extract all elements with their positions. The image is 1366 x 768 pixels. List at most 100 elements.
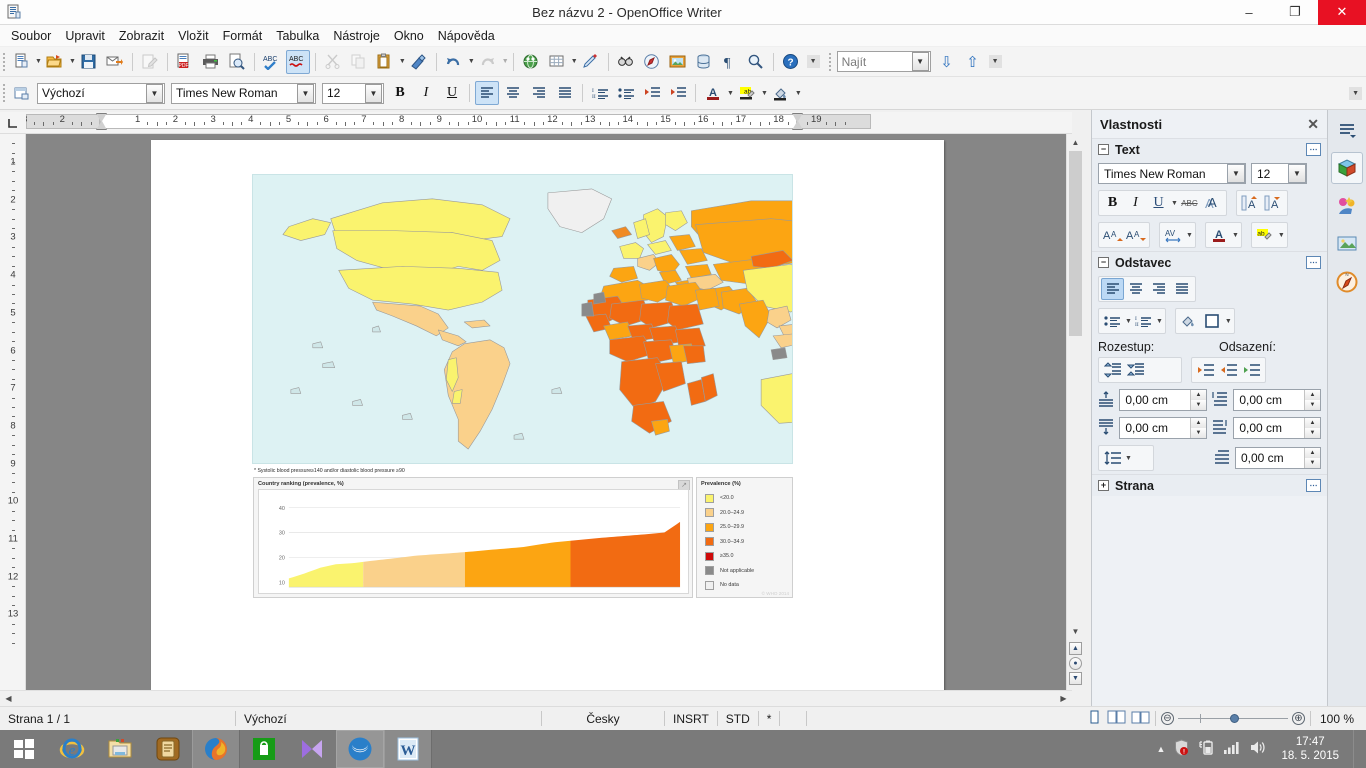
sidebar-bullet-list-dropdown-icon[interactable]: ▼ xyxy=(1125,318,1132,325)
gallery-deck-icon[interactable] xyxy=(1331,190,1363,222)
zoom-track[interactable] xyxy=(1177,714,1288,723)
spacing-below-field[interactable]: 0,00 cm ▲ ▼ xyxy=(1119,417,1207,439)
document-modified-indicator[interactable]: * xyxy=(759,710,780,728)
redo-icon[interactable] xyxy=(476,50,500,74)
sidebar-align-left-button[interactable] xyxy=(1101,278,1124,300)
first-line-indent-stepper[interactable]: ▲ ▼ xyxy=(1304,448,1320,468)
paste-dropdown-icon[interactable]: ▼ xyxy=(399,58,406,65)
sidebar-line-spacing-dropdown-icon[interactable]: ▼ xyxy=(1125,455,1132,462)
cut-icon[interactable] xyxy=(321,50,345,74)
document-page[interactable]: * Systolic blood pressure≥140 and/or dia… xyxy=(151,140,944,690)
tray-battery-icon[interactable] xyxy=(1198,739,1215,759)
export-pdf-icon[interactable]: PDF xyxy=(173,50,197,74)
ruler-corner-tab-selector[interactable] xyxy=(0,112,26,134)
undo-dropdown-icon[interactable]: ▼ xyxy=(468,58,475,65)
taskbar-openoffice-writer[interactable] xyxy=(336,730,384,768)
menu-zobrazit[interactable]: Zobrazit xyxy=(112,27,171,45)
unordered-list-button[interactable] xyxy=(614,81,638,105)
hyperlink-icon[interactable] xyxy=(519,50,543,74)
horizontal-scrollbar[interactable]: ◀ ▶ xyxy=(0,690,1072,706)
italic-button[interactable]: I xyxy=(414,81,438,105)
find-next-icon[interactable]: ⇩ xyxy=(935,50,959,74)
sidebar-align-center-button[interactable] xyxy=(1124,278,1147,300)
menu-tabulka[interactable]: Tabulka xyxy=(269,27,326,45)
insert-table-dropdown-icon[interactable]: ▼ xyxy=(571,58,578,65)
sidebar-align-justify-button[interactable] xyxy=(1170,278,1193,300)
new-document-dropdown-icon[interactable]: ▼ xyxy=(35,58,42,65)
selection-mode[interactable]: STD xyxy=(718,710,758,728)
paragraph-panel-header[interactable]: − Odstavec ⋯ xyxy=(1092,252,1327,273)
digital-signature[interactable] xyxy=(780,710,806,728)
paragraph-panel-more-icon[interactable]: ⋯ xyxy=(1306,256,1321,269)
decrease-indent-button[interactable] xyxy=(640,81,664,105)
text-panel-header[interactable]: − Text ⋯ xyxy=(1092,139,1327,160)
zoom-percentage[interactable]: 100 % xyxy=(1316,712,1358,726)
background-color-button[interactable] xyxy=(769,81,793,105)
data-sources-icon[interactable] xyxy=(692,50,716,74)
taskbar-notes-app[interactable] xyxy=(144,730,192,768)
navigator-icon[interactable] xyxy=(640,50,664,74)
font-color-button[interactable]: A xyxy=(701,81,725,105)
zoom-icon[interactable] xyxy=(744,50,768,74)
sidebar-increase-spacing-button[interactable] xyxy=(1101,359,1124,381)
properties-deck-icon[interactable] xyxy=(1331,152,1363,184)
sidebar-shadow-button[interactable]: AA xyxy=(1201,192,1224,214)
find-input[interactable]: Najít ▼ xyxy=(836,51,931,72)
ordered-list-button[interactable]: I II xyxy=(588,81,612,105)
sidebar-superscript-button[interactable]: A xyxy=(1239,192,1262,214)
toolbar-grip[interactable] xyxy=(0,52,8,72)
taskbar-internet-explorer[interactable]: e xyxy=(48,730,96,768)
zoom-in-icon[interactable]: ⊕ xyxy=(1291,712,1305,725)
sidebar-shrink-font-button[interactable]: AA xyxy=(1124,224,1147,246)
page-panel-more-icon[interactable]: ⋯ xyxy=(1306,479,1321,492)
horizontal-scroll-track[interactable] xyxy=(17,692,1055,705)
open-document-dropdown-icon[interactable]: ▼ xyxy=(69,58,76,65)
tray-security-icon[interactable]: ! xyxy=(1173,739,1190,759)
font-name-combo[interactable]: Times New Roman ▼ xyxy=(171,82,316,104)
undo-icon[interactable] xyxy=(442,50,466,74)
new-document-icon[interactable] xyxy=(9,50,33,74)
view-multi-page-icon[interactable] xyxy=(1107,710,1126,727)
menu-napoveda[interactable]: Nápověda xyxy=(431,27,502,45)
maximize-button[interactable]: ❐ xyxy=(1272,0,1318,25)
taskbar-windows-store[interactable] xyxy=(240,730,288,768)
page-panel-header[interactable]: + Strana ⋯ xyxy=(1092,475,1327,496)
taskbar-clock[interactable]: 17:47 18. 5. 2015 xyxy=(1275,735,1345,763)
menu-nastroje[interactable]: Nástroje xyxy=(326,27,387,45)
find-toolbar-grip[interactable] xyxy=(826,52,834,72)
copy-icon[interactable] xyxy=(347,50,371,74)
formatting-toolbar-overflow-icon[interactable]: ▼ xyxy=(1349,86,1362,100)
navigation-button[interactable]: ● xyxy=(1069,657,1082,670)
previous-page-button[interactable]: ▲ xyxy=(1069,642,1082,655)
text-panel-collapse-icon[interactable]: − xyxy=(1098,144,1109,155)
standard-toolbar-overflow-icon[interactable]: ▼ xyxy=(806,55,820,68)
font-size-dropdown-icon[interactable]: ▼ xyxy=(365,83,382,103)
save-document-icon[interactable] xyxy=(77,50,101,74)
indent-before-stepper[interactable]: ▲ ▼ xyxy=(1304,390,1320,410)
print-file-icon[interactable] xyxy=(199,50,223,74)
clone-formatting-icon[interactable] xyxy=(407,50,431,74)
bold-button[interactable]: B xyxy=(388,81,412,105)
document-canvas[interactable]: * Systolic blood pressure≥140 and/or dia… xyxy=(26,134,1072,690)
close-button[interactable]: ✕ xyxy=(1318,0,1366,25)
sidebar-border-button[interactable] xyxy=(1201,310,1224,332)
align-center-button[interactable] xyxy=(501,81,525,105)
styles-deck-icon[interactable] xyxy=(1331,228,1363,260)
sidebar-font-color-button[interactable]: A xyxy=(1208,224,1231,246)
font-size-combo[interactable]: 12 ▼ xyxy=(322,82,384,104)
sidebar-highlight-button[interactable]: ab xyxy=(1254,224,1277,246)
show-desktop-button[interactable] xyxy=(1353,730,1360,768)
sidebar-font-name-dropdown-icon[interactable]: ▼ xyxy=(1227,164,1245,183)
who-map-figure[interactable]: * Systolic blood pressure≥140 and/or dia… xyxy=(252,174,793,601)
taskbar-firefox[interactable] xyxy=(192,730,240,768)
sidebar-font-color-dropdown-icon[interactable]: ▼ xyxy=(1232,232,1239,239)
autospellcheck-icon[interactable]: ABC xyxy=(285,49,310,74)
sidebar-number-list-button[interactable]: I II xyxy=(1132,310,1155,332)
find-previous-icon[interactable]: ⇧ xyxy=(961,50,985,74)
indent-after-field[interactable]: 0,00 cm ▲ ▼ xyxy=(1233,417,1321,439)
text-panel-more-icon[interactable]: ⋯ xyxy=(1306,143,1321,156)
spacing-below-stepper[interactable]: ▲ ▼ xyxy=(1190,418,1206,438)
taskbar-file-explorer[interactable] xyxy=(96,730,144,768)
paragraph-style-combo[interactable]: Výchozí ▼ xyxy=(37,82,165,104)
highlight-color-dropdown-icon[interactable]: ▼ xyxy=(761,90,768,97)
